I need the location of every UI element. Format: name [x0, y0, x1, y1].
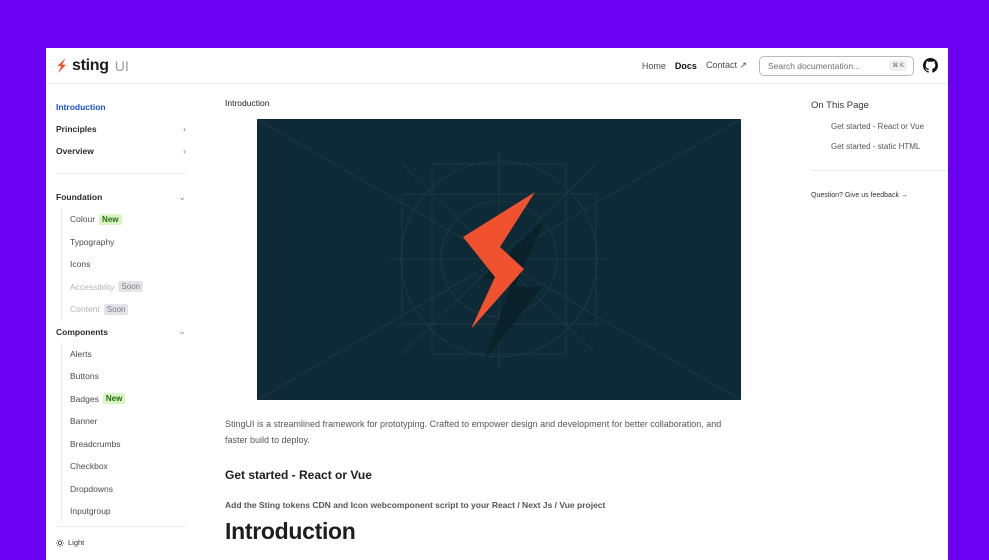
sun-icon [56, 538, 64, 547]
feedback-link[interactable]: Question? Give us feedback → [811, 192, 948, 199]
toc-title: On This Page [811, 100, 869, 111]
sidebar-item-label: Banner [70, 416, 98, 427]
github-icon[interactable] [923, 58, 938, 73]
top-bar: sting UI Home Docs Contact ↗ ⌘ K [46, 48, 948, 84]
sidebar-item-buttons[interactable]: Buttons [56, 365, 186, 388]
logo-name: sting [72, 56, 109, 74]
get-started-heading: Get started - React or Vue [225, 468, 372, 482]
search-box[interactable]: ⌘ K [759, 55, 914, 76]
sidebar-item-overview[interactable]: Overview › [56, 140, 186, 162]
sidebar-item-breadcrumbs[interactable]: Breadcrumbs [56, 432, 186, 456]
sidebar-group-components[interactable]: Components ⌄ [56, 321, 186, 343]
sidebar-item-label: Typography [70, 236, 115, 247]
sidebar-item-label: Checkbox [70, 461, 108, 472]
sidebar-item-label: Colour [70, 214, 96, 225]
sidebar-item-colour[interactable]: Colour New [56, 208, 186, 231]
sidebar-item-banner[interactable]: Banner [56, 410, 186, 433]
main-content: Introduction StingUI is a streamlined fr… [225, 98, 745, 545]
theme-label: Light [68, 538, 85, 547]
chevron-right-icon: › [183, 124, 186, 134]
sidebar-group-foundation[interactable]: Foundation ⌄ [56, 186, 186, 208]
logo[interactable]: sting UI [56, 57, 129, 75]
app-window: sting UI Home Docs Contact ↗ ⌘ K Introdu… [46, 48, 948, 560]
on-this-page: On This Page Get started - React or Vue … [811, 100, 948, 199]
sidebar-item-label: Buttons [70, 371, 99, 382]
logo-suffix: UI [114, 57, 129, 74]
sidebar-item-icons[interactable]: Icons [56, 253, 186, 276]
sidebar-item-badges[interactable]: Badges New [56, 387, 186, 411]
sidebar-item-label: Principles [56, 124, 97, 134]
sidebar-item-inputgroup[interactable]: Inputgroup [56, 500, 186, 523]
sidebar-item-label: Alerts [70, 348, 92, 359]
chevron-down-icon: ⌄ [178, 191, 186, 202]
sidebar-item-checkbox[interactable]: Checkbox [56, 455, 186, 478]
intro-paragraph: StingUI is a streamlined framework for p… [225, 419, 722, 445]
sidebar-item-typography[interactable]: Typography [56, 230, 186, 254]
hero-image [257, 119, 741, 400]
sidebar-group-label: Components [56, 326, 108, 337]
sidebar-item-label: Accessiblity [70, 281, 115, 292]
theme-toggle[interactable]: Light [56, 526, 186, 547]
sidebar-item-content: Content Soon [56, 298, 186, 321]
sidebar-group-label: Foundation [56, 192, 103, 202]
sidebar-item-label: Inputgroup [70, 506, 111, 517]
sidebar-item-label: Overview [56, 146, 94, 156]
sidebar: Introduction Principles › Overview › Fou… [56, 96, 186, 523]
soon-badge: Soon [103, 303, 129, 315]
nav-docs-link[interactable]: Docs [675, 61, 697, 71]
nav-contact-link[interactable]: Contact ↗ [706, 60, 747, 71]
toc-item[interactable]: Get started - static HTML [811, 142, 948, 151]
bolt-logo-icon [57, 58, 66, 73]
new-badge: New [99, 213, 122, 225]
page-title: Introduction [225, 518, 356, 544]
sidebar-item-label: Content [70, 304, 100, 315]
bolt-hero-illustration [257, 119, 741, 400]
toc-divider [811, 170, 948, 171]
sidebar-item-label: Icons [70, 259, 91, 270]
sidebar-item-accessibility: Accessiblity Soon [56, 275, 186, 299]
new-badge: New [102, 393, 126, 405]
sidebar-item-label: Badges [70, 393, 99, 404]
toc-item[interactable]: Get started - React or Vue [811, 122, 948, 131]
sidebar-item-label: Introduction [56, 102, 106, 112]
sidebar-item-alerts[interactable]: Alerts [56, 342, 186, 366]
search-input[interactable] [766, 59, 890, 72]
top-nav: Home Docs Contact ↗ ⌘ K [642, 55, 914, 76]
sidebar-item-introduction[interactable]: Introduction [56, 96, 186, 118]
breadcrumb: Introduction [225, 98, 270, 108]
chevron-right-icon: › [183, 146, 186, 156]
sidebar-item-principles[interactable]: Principles › [56, 118, 186, 140]
sidebar-item-label: Breadcrumbs [70, 438, 121, 449]
sidebar-item-dropdowns[interactable]: Dropdowns [56, 477, 186, 501]
sidebar-divider [56, 173, 186, 174]
get-started-note: Add the Sting tokens CDN and Icon webcom… [225, 500, 606, 510]
nav-home-link[interactable]: Home [642, 61, 666, 71]
soon-badge: Soon [118, 281, 144, 293]
search-shortcut: ⌘ K [889, 60, 907, 71]
chevron-down-icon: ⌄ [178, 326, 186, 336]
sidebar-item-label: Dropdowns [70, 483, 113, 494]
